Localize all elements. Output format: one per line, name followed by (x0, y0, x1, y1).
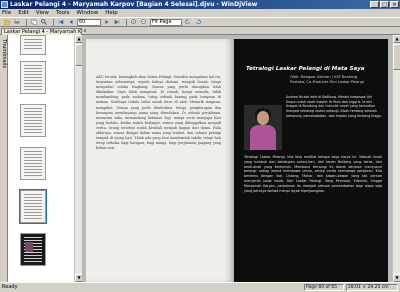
rotate-right-button[interactable] (194, 18, 202, 26)
rotate-right-icon (196, 19, 201, 25)
close-button[interactable]: ✕ (390, 1, 399, 8)
copy-button[interactable] (30, 18, 38, 26)
zoom-select[interactable]: Fit Page (150, 18, 182, 26)
next-page-button[interactable] (103, 18, 111, 26)
thumbnails-scrollbar[interactable]: ▲ ▼ (74, 35, 83, 282)
menu-edit[interactable]: Edit (18, 10, 29, 16)
toolbar-separator (126, 18, 127, 26)
status-page: Page 60 of 65 (304, 284, 344, 291)
find-button[interactable] (40, 18, 48, 26)
zoom-in-button[interactable] (130, 18, 138, 26)
tab-document[interactable]: Laskar Pelangi 4 - Maryamah Karpov... (1, 28, 82, 35)
tab-close-button[interactable]: x (82, 28, 88, 34)
prev-page-button[interactable] (67, 18, 75, 26)
arrow-right-icon (105, 20, 109, 24)
menu-bar: File Edit View Tools Window Help (0, 9, 400, 17)
scroll-up-arrow[interactable]: ▲ (393, 35, 400, 43)
menu-tools[interactable]: Tools (56, 10, 70, 16)
first-page-icon (58, 19, 64, 25)
document-tab-strip: Laskar Pelangi 4 - Maryamah Karpov... x (0, 27, 400, 35)
window-title: Laskar Pelangi 4 - Maryamah Karpov [Bagi… (10, 1, 258, 8)
left-page: AKU terusik, barangkali akan dalam Pelan… (86, 39, 234, 282)
author-bio: Andrea Hirata lahir di Belitong. Meraih … (286, 95, 382, 118)
thumbnails-panel: Thumbnails ▲ ▼ (0, 35, 83, 282)
title-bar: Laskar Pelangi 4 - Maryamah Karpov [Bagi… (0, 0, 400, 9)
scroll-thumb[interactable] (393, 44, 400, 70)
printer-icon (14, 19, 20, 24)
menu-view[interactable]: View (36, 10, 49, 16)
copy-icon (31, 19, 37, 25)
last-page-button[interactable] (113, 18, 121, 26)
zoom-out-button[interactable] (140, 18, 148, 26)
page-thumbnail[interactable] (20, 233, 46, 266)
right-page-subtitle: Oleh: Dangsar Sebrian / KSF Bentang Pust… (290, 75, 364, 84)
arrow-left-icon (69, 20, 73, 24)
right-page: Tetralogi Laskar Pelangi di Mata Saya Ol… (234, 39, 388, 282)
last-page-icon (114, 19, 120, 25)
left-page-text: AKU terusik, barangkali akan dalam Pelan… (96, 75, 221, 151)
thumbnail-list (8, 35, 74, 282)
zoom-in-icon (131, 19, 136, 24)
rotate-left-button[interactable] (184, 18, 192, 26)
toolbar-separator (26, 18, 27, 26)
document-view[interactable]: AKU terusik, barangkali akan dalam Pelan… (82, 35, 392, 282)
page-thumbnail-selected[interactable] (19, 189, 47, 224)
page-number-input[interactable]: 60 (77, 18, 101, 26)
search-icon (41, 19, 47, 25)
page-thumbnail[interactable] (20, 104, 46, 137)
status-size: 28.01 × 29.25 cm (346, 284, 398, 291)
rotate-left-icon (185, 19, 190, 25)
right-page-title: Tetralogi Laskar Pelangi di Mata Saya (246, 66, 365, 72)
folder-icon (4, 19, 10, 25)
menu-file[interactable]: File (2, 10, 11, 16)
thumbnails-tab-label: Thumbnails (1, 39, 7, 69)
document-scrollbar[interactable]: ▲ ▼ (392, 35, 400, 282)
page-thumbnail[interactable] (20, 35, 46, 55)
page-thumbnail[interactable] (20, 147, 46, 180)
maximize-button[interactable]: □ (380, 1, 389, 8)
page-spread: AKU terusik, barangkali akan dalam Pelan… (82, 39, 392, 282)
right-page-body: Tetralogi Laskar Pelangi, kita bisa meli… (244, 155, 382, 193)
open-button[interactable] (3, 18, 11, 26)
print-button[interactable] (13, 18, 21, 26)
thumbnails-side-tab[interactable]: Thumbnails (0, 35, 8, 282)
menu-window[interactable]: Window (77, 10, 99, 16)
app-icon (1, 1, 8, 8)
minimize-button[interactable]: _ (370, 1, 379, 8)
menu-help[interactable]: Help (105, 10, 118, 16)
status-ready: Ready (2, 284, 18, 290)
zoom-out-icon (141, 19, 146, 24)
toolbar-separator (53, 18, 54, 26)
toolbar: 60 Fit Page (0, 17, 400, 27)
scroll-down-arrow[interactable]: ▼ (393, 274, 400, 282)
page-thumbnail[interactable] (20, 61, 46, 94)
status-bar: Ready Page 60 of 65 28.01 × 29.25 cm (0, 282, 400, 292)
first-page-button[interactable] (57, 18, 65, 26)
author-photo (244, 105, 282, 150)
